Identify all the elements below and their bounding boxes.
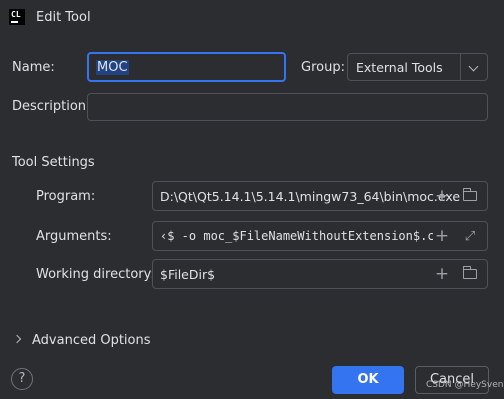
working-directory-label: Working directory: xyxy=(36,267,155,282)
plus-icon[interactable]: + xyxy=(433,187,451,205)
description-input[interactable] xyxy=(87,93,488,121)
watermark: CSDN @HeySven xyxy=(426,380,504,390)
working-directory-input[interactable]: $FileDir$ + xyxy=(152,259,488,289)
window-title: Edit Tool xyxy=(36,10,91,25)
advanced-options-toggle[interactable]: Advanced Options xyxy=(32,333,151,348)
folder-icon[interactable] xyxy=(461,265,479,283)
plus-icon[interactable]: + xyxy=(433,265,451,283)
program-label: Program: xyxy=(36,189,96,204)
chevron-down-icon[interactable] xyxy=(468,61,479,72)
name-label: Name: xyxy=(12,60,55,75)
group-label: Group: xyxy=(301,60,345,75)
title-bar: CL Edit Tool xyxy=(0,0,504,36)
group-select[interactable]: External Tools xyxy=(347,53,488,81)
arguments-value: ‹$ -o moc_$FileNameWithoutExtension$.cpp xyxy=(160,229,449,243)
tool-settings-title: Tool Settings xyxy=(12,155,95,170)
arguments-input[interactable]: ‹$ -o moc_$FileNameWithoutExtension$.cpp… xyxy=(152,221,488,251)
working-directory-value: $FileDir$ xyxy=(160,267,216,282)
description-label: Description: xyxy=(12,99,91,114)
ok-button[interactable]: OK xyxy=(332,366,404,394)
program-value: D:\Qt\Qt5.14.1\5.14.1\mingw73_64\bin\moc… xyxy=(160,189,461,204)
name-value: MOC xyxy=(96,60,129,75)
group-value: External Tools xyxy=(356,60,443,75)
plus-icon[interactable]: + xyxy=(433,227,451,245)
help-button[interactable]: ? xyxy=(11,368,33,390)
chevron-right-icon[interactable] xyxy=(12,334,22,344)
program-input[interactable]: D:\Qt\Qt5.14.1\5.14.1\mingw73_64\bin\moc… xyxy=(152,181,488,211)
expand-icon[interactable]: ⤢ xyxy=(461,227,479,245)
name-input[interactable]: MOC xyxy=(87,52,286,82)
folder-icon[interactable] xyxy=(461,187,479,205)
select-divider xyxy=(460,54,461,80)
arguments-label: Arguments: xyxy=(36,229,112,244)
app-icon: CL xyxy=(9,9,25,25)
